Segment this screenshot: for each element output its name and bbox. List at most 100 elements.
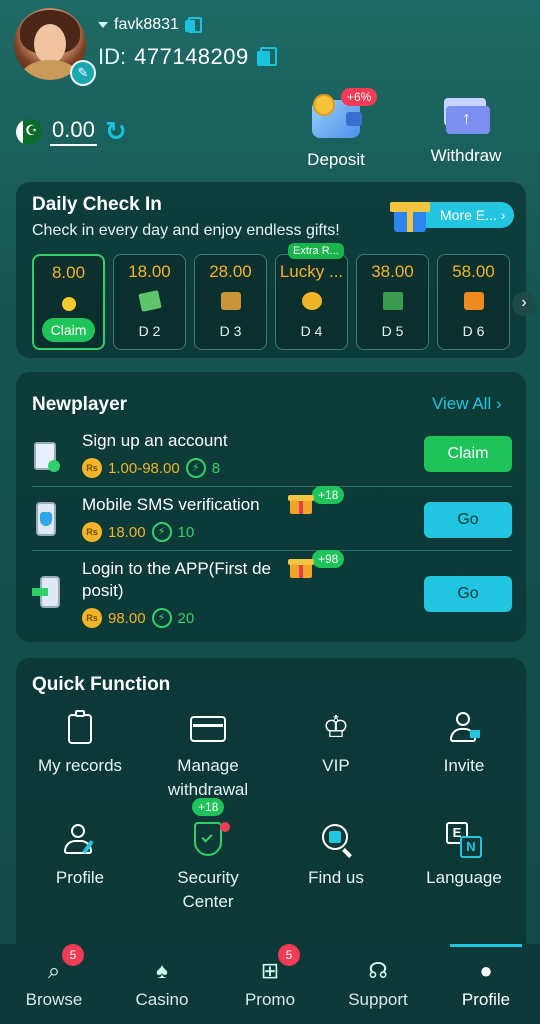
day-label: D 2 (138, 323, 161, 339)
nav-promo[interactable]: ⊞ 5 Promo (216, 944, 324, 1024)
copy-icon[interactable] (184, 17, 202, 33)
quick-label: Language (426, 868, 502, 887)
points-value: 10 (177, 523, 195, 541)
day-label: D 3 (219, 323, 242, 339)
claim-task-button[interactable]: Claim (424, 436, 512, 472)
bolt-icon: ⚡ (151, 522, 172, 542)
checkin-day-2[interactable]: 18.00 D 2 (113, 254, 186, 350)
quick-label: My records (37, 756, 123, 775)
task-reward: Rs 18.00 ⚡ 10 (82, 522, 194, 542)
quick-function-title: Quick Function (32, 674, 171, 695)
quick-label-line: Security (177, 868, 239, 887)
money-bag-icon (220, 292, 241, 310)
nav-casino[interactable]: ♠ Casino (108, 944, 216, 1024)
profile-edit-icon (62, 822, 98, 858)
nav-profile[interactable]: ● Profile (432, 944, 540, 1024)
user-id-row: ID: 477148209 (98, 44, 277, 70)
checkin-days: 8.00 Claim 18.00 D 2 28.00 D 3 Extra R..… (32, 243, 510, 350)
view-all-label: View All (432, 394, 492, 413)
copy-id-icon[interactable] (256, 47, 277, 67)
bolt-icon: ⚡ (151, 608, 172, 628)
quick-language[interactable]: E N Language (404, 822, 524, 890)
nav-badge: 5 (278, 944, 300, 966)
checkin-day-4[interactable]: Extra R... Lucky ... D 4 (275, 243, 348, 350)
cash-icon (137, 290, 162, 312)
day-amount: 8.00 (51, 263, 86, 282)
gift-icon (288, 492, 314, 514)
checkin-day-6[interactable]: 58.00 D 6 (437, 254, 510, 350)
nav-badge: 5 (62, 944, 84, 966)
scroll-right-icon[interactable]: › (512, 292, 536, 316)
points-value: 20 (177, 609, 195, 627)
crown-icon: ♔ (322, 711, 350, 744)
task-title: Login to the APP(First de posit) (82, 558, 271, 602)
deposit-bonus-badge: +6% (341, 88, 378, 106)
view-all-link[interactable]: View All › (432, 394, 502, 414)
nav-label: Promo (244, 990, 296, 1009)
quick-label: Find us (308, 868, 364, 887)
quick-invite[interactable]: Invite (404, 710, 524, 778)
nav-label: Profile (461, 990, 511, 1009)
quick-security-center[interactable]: +18 Security Center (148, 798, 268, 914)
gift-icon: ⊞ (260, 958, 280, 983)
balance-row: 0.00 ↻ (16, 116, 127, 147)
clipboard-check-icon (32, 438, 64, 474)
reward-amount: 18.00 (108, 523, 146, 541)
quick-label: Profile (55, 868, 105, 887)
nav-support[interactable]: ☊ Support (324, 944, 432, 1024)
username: favk8831 (114, 16, 179, 33)
divider (32, 486, 512, 487)
shield-check-icon (190, 822, 230, 858)
search-doc-icon (318, 822, 354, 858)
go-task-button[interactable]: Go (424, 502, 512, 538)
newplayer-card: Newplayer View All › Sign up an account … (16, 372, 526, 642)
gift-icon (288, 556, 314, 578)
edit-avatar-icon[interactable]: ✎ (70, 60, 96, 86)
checkin-day-3[interactable]: 28.00 D 3 (194, 254, 267, 350)
nav-label: Support (348, 990, 408, 1009)
browse-search-icon: ⌕ (47, 958, 61, 983)
chevron-right-icon: › (495, 394, 502, 413)
day-amount: Lucky ... (279, 262, 344, 281)
deposit-button[interactable]: +6% Deposit (286, 88, 386, 170)
withdraw-button[interactable]: ↑ Withdraw (416, 96, 516, 166)
caret-down-icon (98, 22, 108, 28)
cards-icon: ↑ (439, 96, 493, 140)
withdraw-label: Withdraw (430, 146, 502, 165)
profile-header: ✎ favk8831 ID: 477148209 0.00 ↻ +6% Depo… (0, 0, 540, 180)
deposit-label: Deposit (307, 150, 365, 169)
points-value: 8 (211, 459, 221, 477)
bolt-icon: ⚡ (185, 458, 206, 478)
claim-day-button[interactable]: Claim (42, 318, 95, 342)
go-task-button[interactable]: Go (424, 576, 512, 612)
cash-stack-icon (382, 292, 403, 310)
username-row: favk8831 (98, 16, 202, 34)
avatar[interactable]: ✎ (14, 8, 96, 86)
quick-label-line: Manage (177, 756, 239, 775)
day-label: D 6 (462, 323, 485, 339)
quick-label: Security Center (148, 866, 268, 914)
phone-login-icon (32, 576, 64, 612)
quick-find-us[interactable]: Find us (276, 822, 396, 890)
chevron-right-icon: › (500, 207, 506, 223)
quick-label: Manage withdrawal (148, 754, 268, 802)
day-amount: 38.00 (371, 262, 414, 281)
daily-checkin-card: Daily Check In Check in every day and en… (16, 182, 536, 358)
checkin-day-1[interactable]: 8.00 Claim (32, 254, 105, 350)
quick-manage-withdrawal[interactable]: Manage withdrawal (148, 710, 268, 802)
quick-function-card: Quick Function My records Manage withdraw… (16, 658, 526, 958)
user-icon: ● (479, 958, 493, 983)
task-reward: Rs 1.00-98.00 ⚡ 8 (82, 458, 220, 478)
nav-browse[interactable]: ⌕ 5 Browse (0, 944, 108, 1024)
id-value: 477148209 (134, 44, 249, 69)
day-label: D 5 (381, 323, 404, 339)
quick-my-records[interactable]: My records (20, 710, 140, 778)
checkin-day-5[interactable]: 38.00 D 5 (356, 254, 429, 350)
quick-profile[interactable]: Profile (20, 822, 140, 890)
refresh-icon[interactable]: ↻ (105, 116, 127, 147)
bonus-gift-badge: +18 (288, 486, 345, 514)
quick-vip[interactable]: ♔ VIP (276, 710, 396, 778)
nav-label: Casino (135, 990, 189, 1009)
wallet-icon: +6% (309, 88, 378, 144)
security-bonus-badge: +18 (192, 798, 225, 816)
